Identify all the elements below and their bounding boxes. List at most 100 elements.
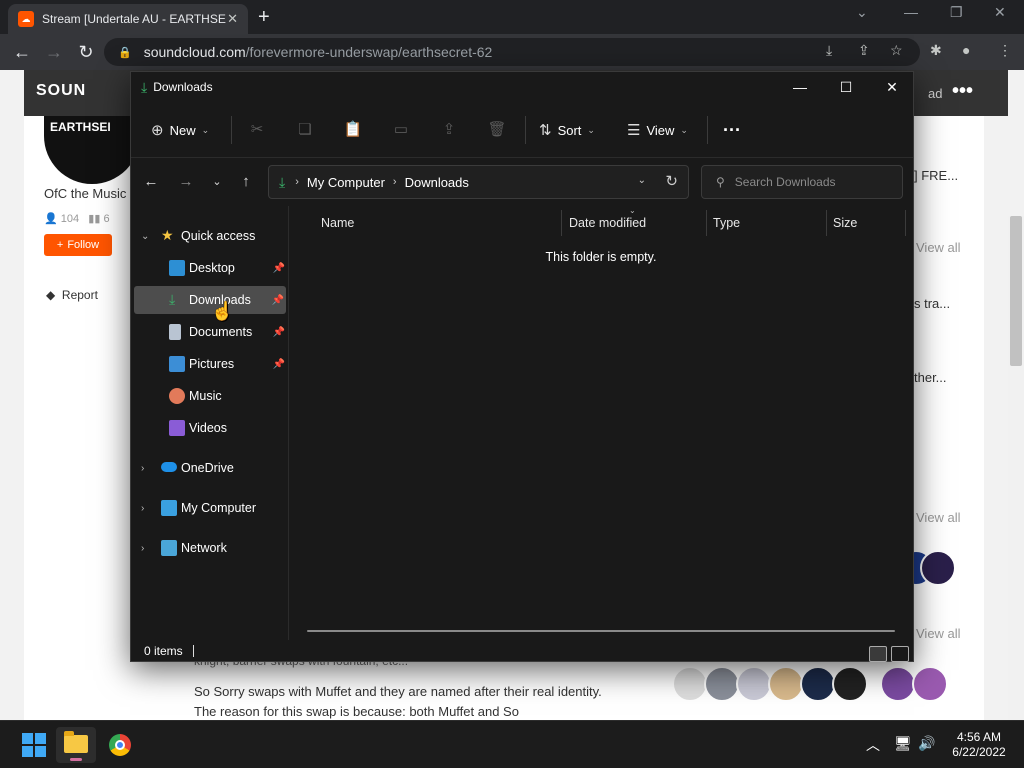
tree-network[interactable]: › Network [131, 534, 287, 562]
copy-icon[interactable]: ❏ [295, 120, 315, 140]
rename-icon[interactable]: ▭ [391, 120, 411, 140]
follow-button[interactable]: + Follow [44, 234, 112, 256]
address-bar[interactable]: ⤓ › My Computer › Downloads ⌄ ↻ [268, 165, 689, 199]
column-divider[interactable] [905, 210, 906, 236]
chrome-taskbar-button[interactable] [100, 727, 140, 763]
back-button[interactable]: ← [10, 40, 34, 64]
column-divider[interactable] [561, 210, 562, 236]
paste-icon[interactable]: 📋 [343, 120, 363, 140]
profile-icon[interactable]: ● [962, 42, 970, 58]
details-view-icon[interactable] [869, 646, 887, 662]
breadcrumb-downloads[interactable]: Downloads [405, 175, 469, 190]
pin-icon[interactable]: 📌 [272, 295, 284, 306]
share-icon[interactable]: ⇪ [439, 120, 459, 140]
taskbar-clock[interactable]: 4:56 AM 6/22/2022 [944, 730, 1014, 760]
minimize-button[interactable]: — [777, 72, 823, 102]
column-name[interactable]: Name [321, 216, 354, 230]
page-scrollbar-thumb[interactable] [1010, 216, 1022, 366]
file-explorer-taskbar-button[interactable] [56, 727, 96, 763]
recent-locations-icon[interactable]: ⌄ [207, 172, 227, 192]
pin-icon[interactable]: 📌 [273, 263, 285, 274]
minimize-browser-button[interactable]: — [904, 4, 918, 20]
share-icon[interactable]: ⇪ [858, 42, 870, 59]
address-dropdown-icon[interactable]: ⌄ [638, 175, 646, 186]
close-browser-button[interactable]: ✕ [994, 4, 1006, 21]
up-icon[interactable]: ↑ [236, 172, 256, 192]
bookmark-star-icon[interactable]: ☆ [890, 42, 903, 59]
cut-icon[interactable]: ✂ [247, 120, 267, 140]
more-icon[interactable]: ••• [952, 80, 973, 103]
liker-avatar[interactable] [920, 550, 956, 586]
sort-button[interactable]: ⇅ Sort ⌄ [539, 116, 595, 144]
expand-chevron-icon[interactable]: › [141, 463, 144, 474]
start-button[interactable] [10, 727, 50, 763]
liker-avatar[interactable] [832, 666, 868, 702]
tab-search-icon[interactable]: ⌄ [856, 4, 868, 21]
upload-link[interactable]: ad [928, 86, 942, 101]
install-icon[interactable]: ⤓ [826, 42, 832, 59]
forward-button[interactable]: → [42, 40, 66, 64]
tree-videos[interactable]: Videos [131, 414, 287, 442]
expand-chevron-icon[interactable]: › [141, 543, 144, 554]
artist-avatar[interactable]: EARTHSEI [44, 116, 140, 184]
soundcloud-logo[interactable]: SOUN [36, 82, 86, 100]
more-options-icon[interactable]: ··· [723, 116, 741, 144]
column-date-modified[interactable]: Date modified [569, 216, 646, 230]
tab-close-icon[interactable]: ✕ [227, 11, 238, 27]
pin-icon[interactable]: 📌 [273, 327, 285, 338]
network-status-icon[interactable]: 🖥 [894, 735, 912, 752]
liker-avatar[interactable] [880, 666, 916, 702]
liker-avatar[interactable] [912, 666, 948, 702]
liker-avatar[interactable] [800, 666, 836, 702]
tree-downloads[interactable]: ⤓ Downloads 📌 [134, 286, 286, 314]
reload-button[interactable]: ↻ [74, 40, 98, 64]
collapse-chevron-icon[interactable]: ⌄ [141, 231, 149, 242]
tree-pictures[interactable]: Pictures 📌 [131, 350, 287, 378]
tree-quick-access[interactable]: ⌄ ★ Quick access [131, 222, 287, 250]
pin-icon[interactable]: 📌 [273, 359, 285, 370]
liker-avatar[interactable] [736, 666, 772, 702]
column-divider[interactable] [826, 210, 827, 236]
side-track-title[interactable]: ] FRE... [914, 168, 958, 183]
column-type[interactable]: Type [713, 216, 740, 230]
report-link[interactable]: ◆ Report [46, 288, 98, 302]
browser-tab[interactable]: ☁ Stream [Undertale AU - EARTHSE ✕ [8, 4, 248, 34]
column-divider[interactable] [706, 210, 707, 236]
forward-icon[interactable]: → [176, 172, 196, 192]
tree-onedrive[interactable]: › OneDrive [131, 454, 287, 482]
view-all-link[interactable]: View all [916, 626, 961, 641]
search-box[interactable]: ⚲ Search Downloads [701, 165, 903, 199]
tree-my-computer[interactable]: › My Computer [131, 494, 287, 522]
maximize-button[interactable]: ☐ [823, 72, 869, 102]
extensions-icon[interactable]: ✱ [930, 42, 942, 59]
new-button[interactable]: ⊕ New ⌄ [151, 116, 209, 144]
view-all-link[interactable]: View all [916, 240, 961, 255]
restore-browser-button[interactable]: ❐ [950, 4, 963, 21]
liker-avatar[interactable] [672, 666, 708, 702]
menu-icon[interactable]: ⋮ [998, 42, 1012, 59]
tree-music[interactable]: Music [131, 382, 287, 410]
tree-documents[interactable]: Documents 📌 [131, 318, 287, 346]
horizontal-scrollbar[interactable] [307, 630, 895, 632]
artist-name[interactable]: OfC the Music [44, 186, 126, 201]
liker-avatar[interactable] [704, 666, 740, 702]
expand-chevron-icon[interactable]: › [141, 503, 144, 514]
refresh-icon[interactable]: ↻ [665, 172, 678, 190]
liker-avatar[interactable] [768, 666, 804, 702]
downloads-icon: ⤓ [279, 173, 286, 190]
view-button[interactable]: ☰ View ⌄ [627, 116, 688, 144]
page-scrollbar[interactable] [1008, 216, 1024, 720]
volume-icon[interactable]: 🔊 [918, 735, 935, 752]
back-icon[interactable]: ← [141, 172, 161, 192]
address-bar[interactable]: 🔒 soundcloud.com/forevermore-underswap/e… [104, 38, 920, 66]
view-all-link[interactable]: View all [916, 510, 961, 525]
tree-desktop[interactable]: Desktop 📌 [131, 254, 287, 282]
close-button[interactable]: ✕ [869, 72, 915, 102]
large-icons-view-icon[interactable] [891, 646, 909, 662]
column-size[interactable]: Size [833, 216, 857, 230]
breadcrumb-my-computer[interactable]: My Computer [307, 175, 385, 190]
new-tab-button[interactable]: + [258, 6, 270, 29]
show-hidden-icons-icon[interactable]: ︿ [866, 735, 880, 755]
follow-label: Follow [67, 239, 100, 251]
delete-icon[interactable]: 🗑 [487, 120, 507, 140]
